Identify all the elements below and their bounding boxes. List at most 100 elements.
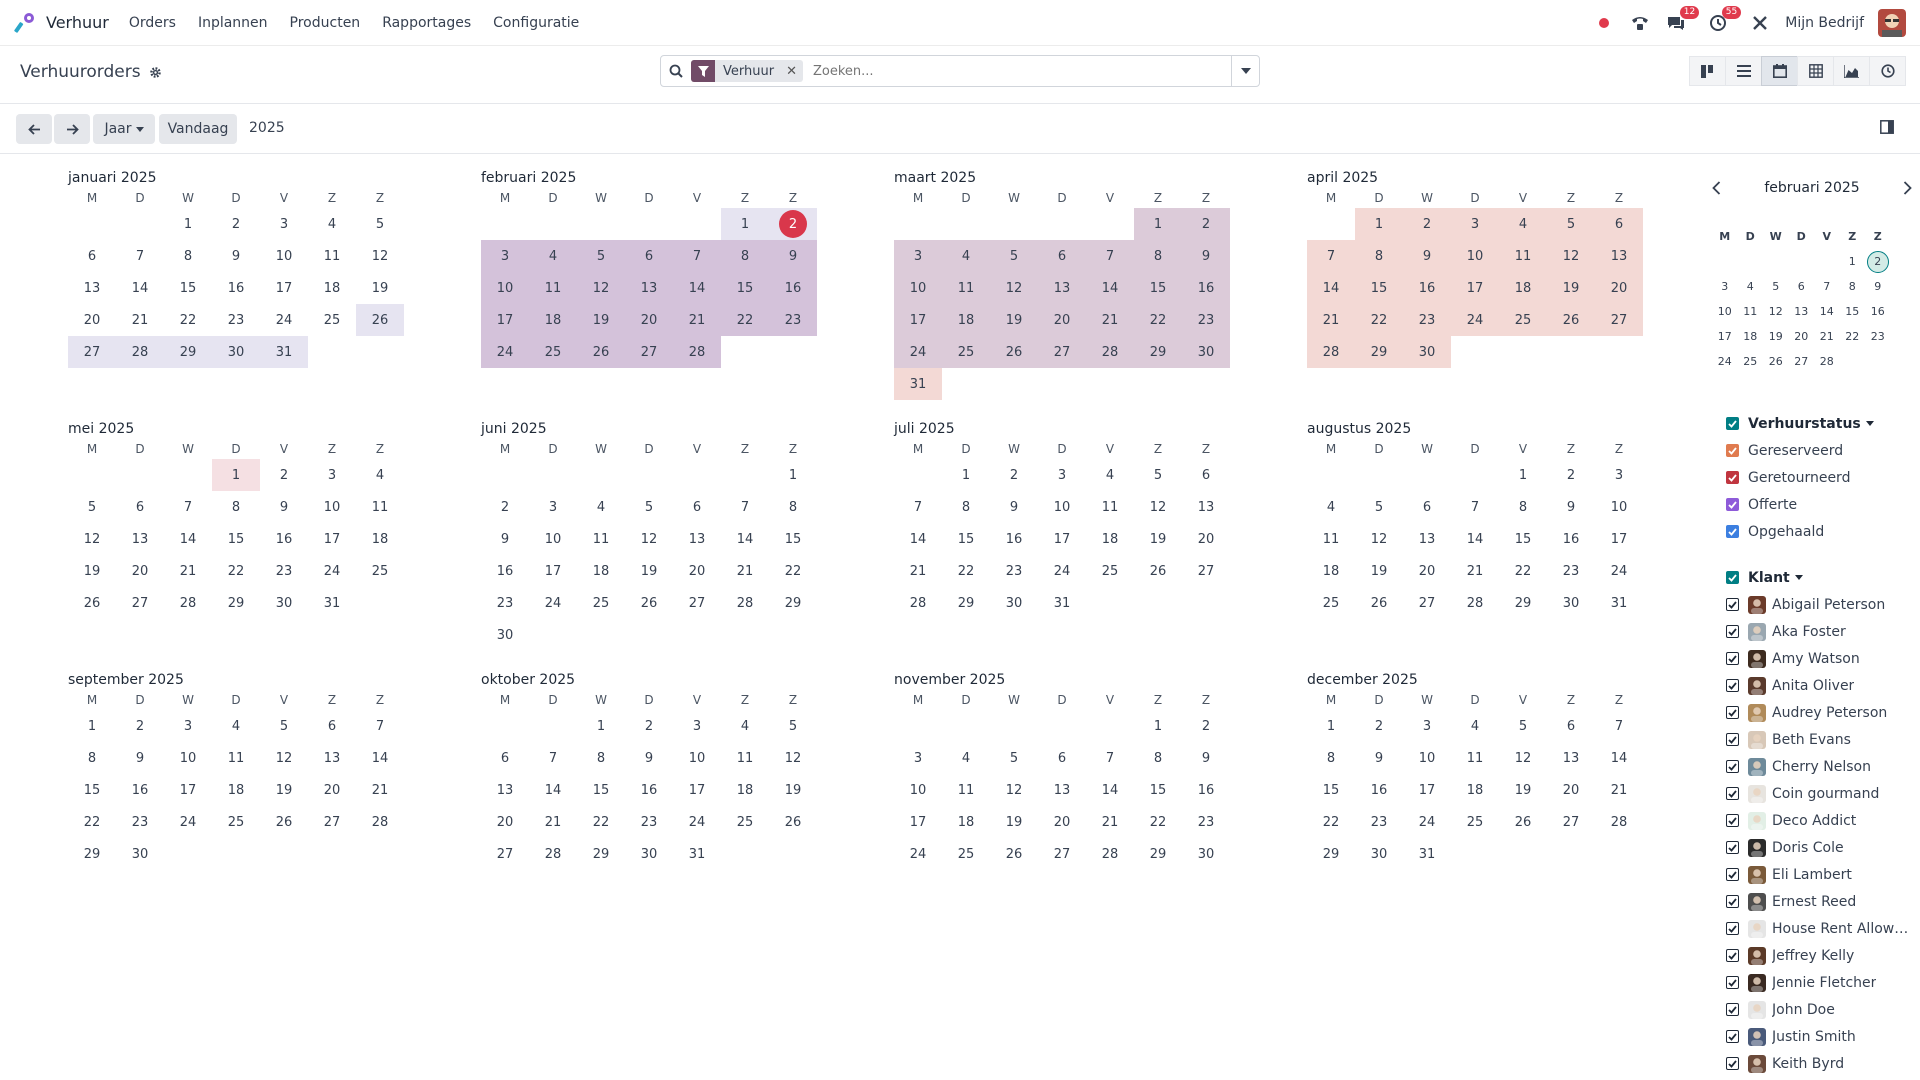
day-cell[interactable]: 30: [212, 336, 260, 368]
day-cell[interactable]: 23: [1182, 304, 1230, 336]
tools-icon[interactable]: [1749, 12, 1771, 34]
day-cell[interactable]: 29: [164, 336, 212, 368]
customer-filter-item[interactable]: Jennie Fletcher: [1726, 969, 1916, 996]
day-cell[interactable]: 24: [1451, 304, 1499, 336]
check-icon[interactable]: [1726, 787, 1739, 800]
mini-day[interactable]: 22: [1840, 324, 1866, 349]
view-pivot-button[interactable]: [1797, 56, 1834, 86]
day-cell[interactable]: 29: [769, 587, 817, 619]
day-cell[interactable]: 25: [1499, 304, 1547, 336]
view-calendar-button[interactable]: [1761, 56, 1798, 86]
day-cell[interactable]: 16: [990, 523, 1038, 555]
day-cell[interactable]: 11: [212, 742, 260, 774]
day-cell[interactable]: 25: [356, 555, 404, 587]
day-cell[interactable]: 15: [212, 523, 260, 555]
company-switcher[interactable]: Mijn Bedrijf: [1785, 15, 1864, 31]
day-cell[interactable]: 16: [1182, 272, 1230, 304]
day-cell[interactable]: 7: [721, 491, 769, 523]
day-cell[interactable]: 28: [356, 806, 404, 838]
day-cell[interactable]: 7: [116, 240, 164, 272]
day-cell[interactable]: 1: [68, 710, 116, 742]
day-cell[interactable]: 24: [1038, 555, 1086, 587]
activity-clock-icon[interactable]: 55: [1707, 5, 1742, 34]
day-cell[interactable]: 19: [625, 555, 673, 587]
day-cell[interactable]: 7: [673, 240, 721, 272]
day-cell[interactable]: 22: [1134, 806, 1182, 838]
day-cell[interactable]: 26: [577, 336, 625, 368]
mini-day[interactable]: 5: [1763, 274, 1789, 299]
day-cell[interactable]: 11: [1307, 523, 1355, 555]
day-cell[interactable]: 16: [116, 774, 164, 806]
facet-remove-icon[interactable]: ✕: [780, 64, 803, 79]
day-cell[interactable]: 18: [529, 304, 577, 336]
day-cell[interactable]: 7: [1307, 240, 1355, 272]
check-icon[interactable]: [1726, 1030, 1739, 1043]
day-cell[interactable]: 4: [1451, 710, 1499, 742]
day-cell[interactable]: 27: [673, 587, 721, 619]
check-icon[interactable]: [1726, 976, 1739, 989]
day-cell[interactable]: 8: [164, 240, 212, 272]
customer-filter-item[interactable]: Ernest Reed: [1726, 888, 1916, 915]
mini-day[interactable]: 6: [1789, 274, 1815, 299]
day-cell[interactable]: 9: [1547, 491, 1595, 523]
check-icon[interactable]: [1726, 525, 1739, 538]
day-cell[interactable]: 23: [625, 806, 673, 838]
check-icon[interactable]: [1726, 679, 1739, 692]
day-cell[interactable]: 23: [260, 555, 308, 587]
mini-day[interactable]: 3: [1712, 274, 1738, 299]
day-cell[interactable]: 12: [990, 774, 1038, 806]
day-cell[interactable]: 21: [356, 774, 404, 806]
day-cell[interactable]: 2: [990, 459, 1038, 491]
day-cell[interactable]: 15: [1134, 272, 1182, 304]
check-icon[interactable]: [1726, 922, 1739, 935]
gear-icon[interactable]: [149, 66, 162, 79]
day-cell[interactable]: 2: [1403, 208, 1451, 240]
day-cell[interactable]: 3: [529, 491, 577, 523]
day-cell[interactable]: 26: [68, 587, 116, 619]
day-cell[interactable]: 29: [1134, 336, 1182, 368]
day-cell[interactable]: 24: [481, 336, 529, 368]
day-cell[interactable]: 11: [721, 742, 769, 774]
day-cell[interactable]: 14: [1307, 272, 1355, 304]
mini-day[interactable]: 9: [1865, 274, 1891, 299]
day-cell[interactable]: 13: [1595, 240, 1643, 272]
check-icon[interactable]: [1726, 706, 1739, 719]
customer-filter-item[interactable]: Aka Foster: [1726, 618, 1916, 645]
day-cell[interactable]: 25: [942, 336, 990, 368]
day-cell[interactable]: 1: [1499, 459, 1547, 491]
day-cell[interactable]: 30: [990, 587, 1038, 619]
day-cell[interactable]: 25: [721, 806, 769, 838]
day-cell[interactable]: 10: [308, 491, 356, 523]
day-cell[interactable]: 11: [356, 491, 404, 523]
day-cell[interactable]: 3: [164, 710, 212, 742]
day-cell[interactable]: 6: [308, 710, 356, 742]
day-cell[interactable]: 20: [625, 304, 673, 336]
customer-filter-item[interactable]: Cherry Nelson: [1726, 753, 1916, 780]
day-cell[interactable]: 18: [942, 304, 990, 336]
day-cell[interactable]: 27: [481, 838, 529, 870]
day-cell[interactable]: 14: [1086, 272, 1134, 304]
day-cell[interactable]: 5: [260, 710, 308, 742]
day-cell[interactable]: 8: [1499, 491, 1547, 523]
day-cell[interactable]: 21: [1451, 555, 1499, 587]
status-filter-item[interactable]: Opgehaald: [1726, 518, 1916, 545]
check-icon[interactable]: [1726, 1057, 1739, 1070]
day-cell[interactable]: 2: [260, 459, 308, 491]
day-cell[interactable]: 15: [68, 774, 116, 806]
day-cell[interactable]: 12: [1547, 240, 1595, 272]
day-cell[interactable]: 24: [894, 336, 942, 368]
day-cell[interactable]: 27: [625, 336, 673, 368]
day-cell[interactable]: 21: [721, 555, 769, 587]
day-cell[interactable]: 19: [577, 304, 625, 336]
day-cell[interactable]: 14: [1086, 774, 1134, 806]
customer-filter-item[interactable]: Eli Lambert: [1726, 861, 1916, 888]
day-cell[interactable]: 19: [68, 555, 116, 587]
day-cell[interactable]: 14: [529, 774, 577, 806]
day-cell[interactable]: 30: [116, 838, 164, 870]
day-cell[interactable]: 21: [673, 304, 721, 336]
day-cell[interactable]: 27: [68, 336, 116, 368]
day-cell[interactable]: 17: [1403, 774, 1451, 806]
mini-day[interactable]: 10: [1712, 299, 1738, 324]
mini-day[interactable]: 13: [1789, 299, 1815, 324]
day-cell[interactable]: 18: [1307, 555, 1355, 587]
